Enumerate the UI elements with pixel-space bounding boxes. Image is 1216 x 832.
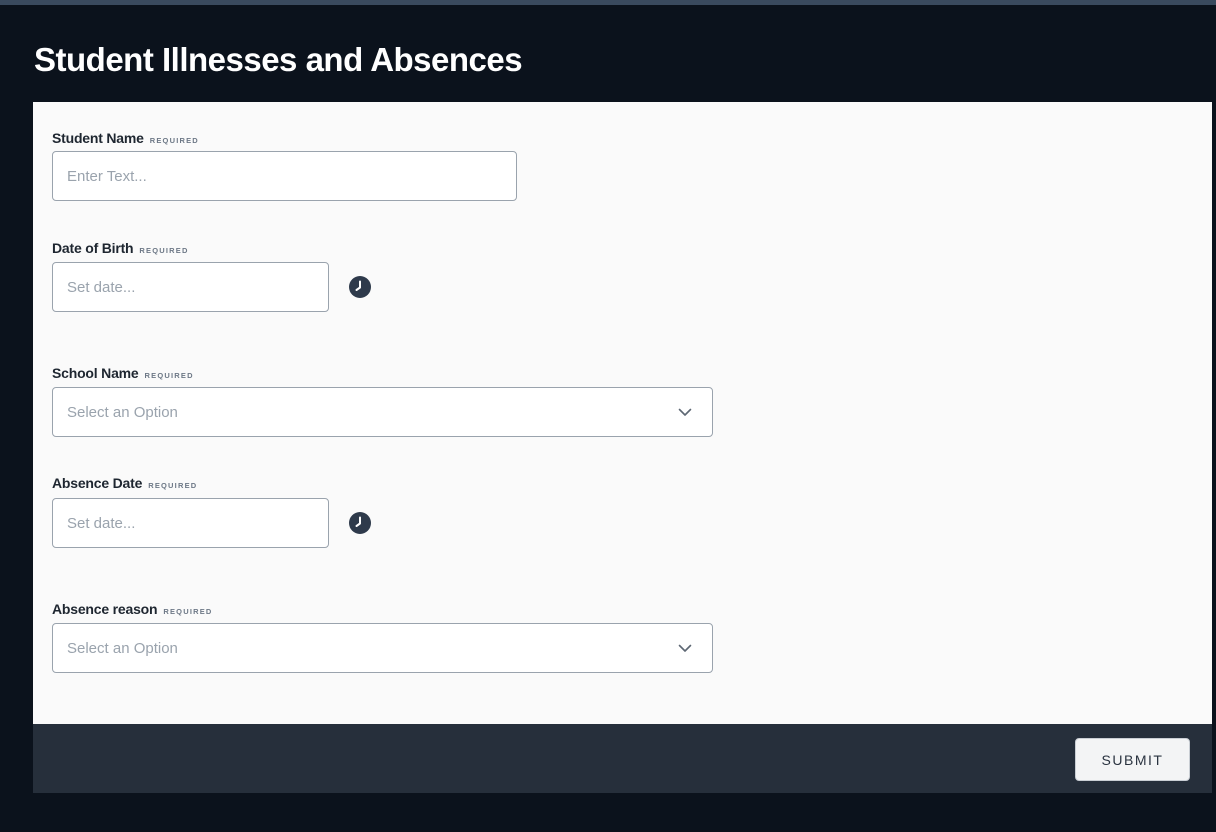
top-strip: [0, 0, 1216, 5]
required-tag: REQUIRED: [163, 607, 213, 616]
submit-button[interactable]: SUBMIT: [1075, 738, 1190, 781]
form-footer: SUBMIT: [33, 724, 1212, 793]
absence-reason-select[interactable]: Select an Option: [52, 623, 713, 673]
school-name-label-text: School Name: [52, 365, 139, 381]
student-name-input[interactable]: [52, 151, 517, 201]
date-of-birth-label: Date of Birth REQUIRED: [52, 240, 189, 256]
clock-icon: [349, 276, 371, 298]
absence-date-input[interactable]: [52, 498, 329, 548]
absence-reason-label-text: Absence reason: [52, 601, 158, 617]
school-name-select[interactable]: Select an Option: [52, 387, 713, 437]
date-of-birth-clock-button[interactable]: [349, 276, 371, 298]
date-of-birth-input[interactable]: [52, 262, 329, 312]
absence-reason-select-placeholder: Select an Option: [67, 639, 178, 657]
school-name-select-placeholder: Select an Option: [67, 403, 178, 421]
absence-reason-label: Absence reason REQUIRED: [52, 601, 213, 617]
absence-date-label-text: Absence Date: [52, 475, 143, 491]
required-tag: REQUIRED: [149, 136, 199, 145]
required-tag: REQUIRED: [139, 246, 189, 255]
form-page: Student Illnesses and Absences Student N…: [0, 0, 1216, 832]
absence-date-clock-button[interactable]: [349, 512, 371, 534]
absence-date-label: Absence Date REQUIRED: [52, 475, 197, 491]
form-panel: Student Name REQUIRED Date of Birth REQU…: [33, 102, 1212, 724]
clock-icon: [349, 512, 371, 534]
chevron-down-icon: [678, 641, 692, 655]
school-name-label: School Name REQUIRED: [52, 365, 194, 381]
page-title: Student Illnesses and Absences: [34, 41, 523, 78]
date-of-birth-label-text: Date of Birth: [52, 240, 134, 256]
student-name-label-text: Student Name: [52, 130, 144, 146]
required-tag: REQUIRED: [144, 371, 194, 380]
required-tag: REQUIRED: [148, 481, 198, 490]
chevron-down-icon: [678, 405, 692, 419]
student-name-label: Student Name REQUIRED: [52, 130, 199, 146]
